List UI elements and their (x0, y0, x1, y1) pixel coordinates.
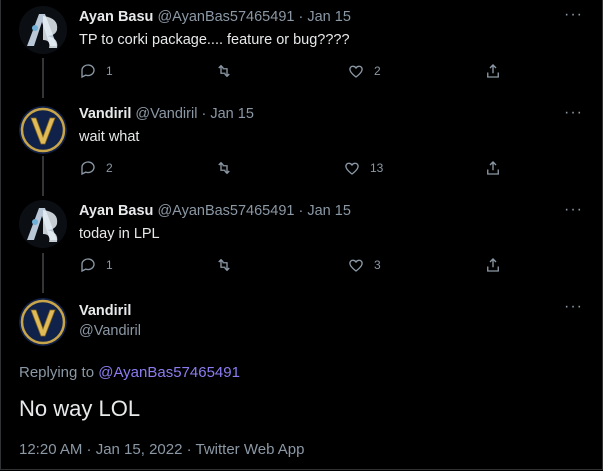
like-count: 3 (374, 258, 381, 272)
like-count: 2 (374, 64, 381, 78)
author-handle[interactable]: @Vandiril (79, 323, 141, 339)
tweet-actions: 2 13 (79, 159, 509, 179)
author-name[interactable]: Ayan Basu (79, 203, 153, 219)
thread-connector (42, 156, 44, 196)
retweet-icon (218, 161, 230, 175)
v-logo-avatar (19, 106, 67, 154)
retweet-icon (218, 258, 230, 272)
thread-connector (42, 58, 44, 98)
reply-button[interactable]: 1 (79, 256, 113, 274)
separator-dot: · (201, 106, 207, 122)
like-button[interactable]: 3 (347, 256, 381, 274)
heart-icon (345, 162, 359, 175)
more-options-icon[interactable]: ··· (564, 6, 583, 24)
share-icon (487, 64, 499, 78)
more-options-icon[interactable]: ··· (564, 298, 583, 316)
author-name[interactable]: Vandiril (79, 303, 131, 319)
reply-count: 1 (106, 258, 113, 272)
avatar[interactable] (19, 6, 67, 54)
retweet-button[interactable] (215, 159, 242, 177)
like-count: 13 (370, 161, 384, 175)
main-tweet-text: No way LOL (19, 396, 141, 421)
v-logo-avatar (19, 298, 67, 346)
author-handle[interactable]: @Vandiril (135, 106, 197, 122)
reply-count: 2 (106, 161, 113, 175)
tweet-actions: 1 2 (79, 62, 509, 82)
like-button[interactable]: 13 (343, 159, 383, 177)
share-button[interactable] (484, 256, 511, 274)
author-name[interactable]: Ayan Basu (79, 9, 153, 25)
tweet-text: today in LPL (79, 226, 160, 242)
avatar[interactable] (19, 298, 67, 346)
tweet-actions: 1 3 (79, 256, 509, 276)
mention-link[interactable]: @AyanBas57465491 (98, 364, 240, 381)
reply-icon (81, 64, 95, 79)
ab-logo-avatar (19, 6, 67, 54)
reply-count: 1 (106, 64, 113, 78)
reply-button[interactable]: 1 (79, 62, 113, 80)
heart-icon (349, 259, 363, 272)
tweet-text: TP to corki package.... feature or bug??… (79, 32, 350, 48)
separator-dot: · (298, 203, 304, 219)
retweet-button[interactable] (215, 256, 242, 274)
author-name[interactable]: Vandiril (79, 106, 131, 122)
author-handle[interactable]: @AyanBas57465491 (157, 203, 294, 219)
heart-icon (349, 65, 363, 78)
retweet-icon (218, 64, 230, 78)
avatar[interactable] (19, 106, 67, 154)
tweet-date[interactable]: Jan 15 (210, 106, 254, 122)
author-handle[interactable]: @AyanBas57465491 (157, 9, 294, 25)
like-button[interactable]: 2 (347, 62, 381, 80)
avatar[interactable] (19, 200, 67, 248)
retweet-button[interactable] (215, 62, 242, 80)
tweet-date[interactable]: Jan 15 (307, 203, 351, 219)
share-button[interactable] (484, 159, 511, 177)
reply-icon (81, 258, 95, 273)
replying-to-line: Replying to @AyanBas57465491 (19, 364, 240, 381)
tweet-timestamp[interactable]: 12:20 AM · Jan 15, 2022 · Twitter Web Ap… (19, 441, 304, 458)
tweet-text: wait what (79, 129, 140, 145)
share-icon (487, 161, 499, 175)
more-options-icon[interactable]: ··· (564, 201, 583, 219)
share-icon (487, 258, 499, 272)
reply-button[interactable]: 2 (79, 159, 113, 177)
tweet-date[interactable]: Jan 15 (307, 9, 351, 25)
replying-to-label: Replying to (19, 364, 99, 381)
more-options-icon[interactable]: ··· (564, 104, 583, 122)
reply-icon (81, 161, 95, 176)
ab-logo-avatar (19, 200, 67, 248)
thread-connector (42, 253, 44, 293)
separator-dot: · (298, 9, 304, 25)
share-button[interactable] (484, 62, 511, 80)
